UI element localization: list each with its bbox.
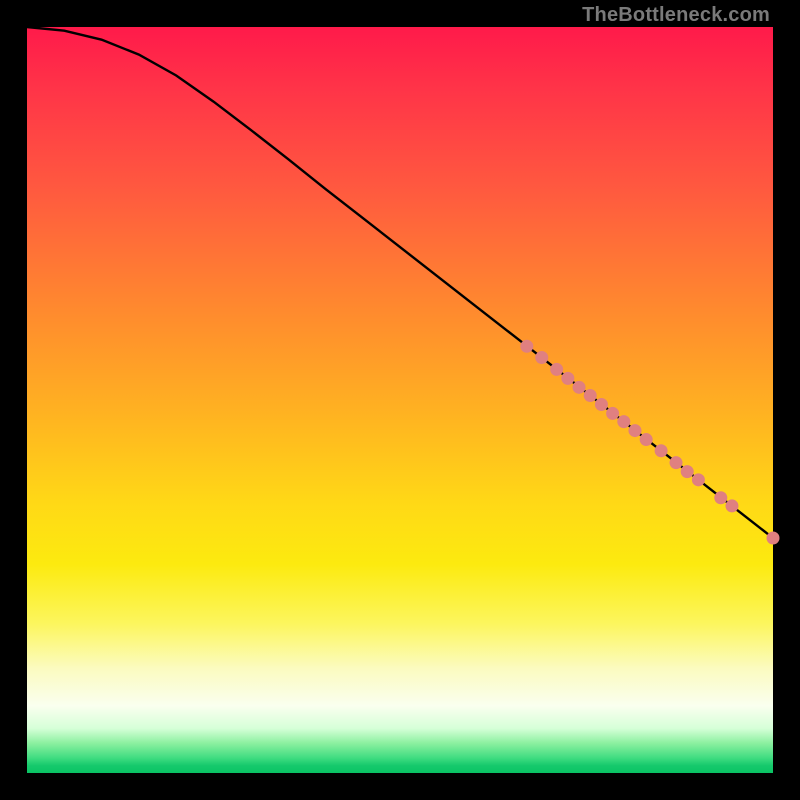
- marker-point: [640, 433, 653, 446]
- marker-point: [520, 340, 533, 353]
- marker-point: [584, 389, 597, 402]
- chart-frame: TheBottleneck.com: [0, 0, 800, 800]
- marker-point: [628, 424, 641, 437]
- marker-point: [725, 499, 738, 512]
- marker-point: [767, 532, 780, 545]
- marker-point: [692, 473, 705, 486]
- chart-overlay: [27, 27, 773, 773]
- marker-point: [714, 491, 727, 504]
- marker-point: [681, 465, 694, 478]
- marker-point: [670, 456, 683, 469]
- marker-point: [573, 381, 586, 394]
- watermark-text: TheBottleneck.com: [582, 4, 770, 27]
- marker-point: [655, 444, 668, 457]
- series-curve: [27, 27, 773, 538]
- marker-point: [561, 372, 574, 385]
- marker-point: [595, 398, 608, 411]
- marker-point: [617, 415, 630, 428]
- marker-point: [535, 351, 548, 364]
- marker-point: [550, 363, 563, 376]
- marker-point: [606, 407, 619, 420]
